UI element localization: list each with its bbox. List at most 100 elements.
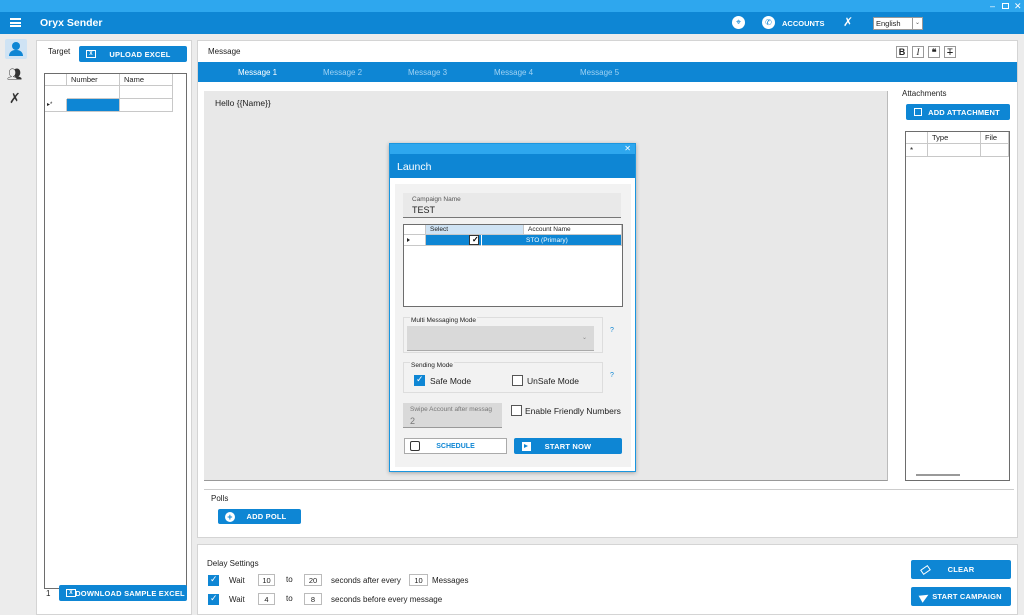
hamburger-icon[interactable]: [10, 18, 21, 27]
attachments-label: Attachments: [902, 89, 947, 98]
excel-icon: X: [85, 49, 97, 59]
polls-label: Polls: [211, 494, 229, 503]
horizontal-scrollbar[interactable]: [916, 474, 960, 476]
unsafe-mode-checkbox[interactable]: [512, 375, 523, 386]
schedule-label: SCHEDULE: [436, 442, 475, 450]
add-poll-button[interactable]: + ADD POLL: [218, 509, 301, 524]
campaign-name-value: TEST: [412, 205, 436, 215]
wrench-icon: ✗: [9, 90, 21, 106]
safe-mode-checkbox[interactable]: ✓: [414, 374, 425, 386]
bold-button[interactable]: B: [896, 46, 908, 58]
column-header-select[interactable]: Select: [426, 225, 524, 235]
swipe-account-field[interactable]: Swipe Account after messag 2: [403, 403, 502, 428]
swipe-account-value: 2: [410, 416, 416, 426]
account-name-cell: STO (Primary): [526, 237, 568, 244]
campaign-name-field[interactable]: Campaign Name TEST: [403, 193, 621, 218]
delay-before-checkbox[interactable]: ✓: [208, 593, 219, 605]
friendly-numbers-checkbox[interactable]: [511, 405, 522, 416]
dialog-body: Campaign Name TEST Select Account Name ✓…: [395, 184, 631, 467]
target-panel: Target X UPLOAD EXCEL Number Name ▸* 1 X…: [36, 40, 192, 615]
delay-after-count-input[interactable]: 10: [409, 574, 428, 586]
download-sample-label: DOWNLOAD SAMPLE EXCEL: [75, 588, 185, 598]
delay-settings-label: Delay Settings: [207, 559, 259, 568]
account-select-checkbox[interactable]: ✓: [469, 235, 479, 245]
delay-after-checkbox[interactable]: ✓: [208, 574, 219, 586]
close-window-icon[interactable]: ✕: [1014, 0, 1022, 12]
restore-icon[interactable]: [1002, 3, 1009, 9]
send-icon: [918, 590, 930, 603]
user-icon: [12, 42, 20, 50]
upload-excel-label: UPLOAD EXCEL: [109, 49, 171, 59]
sending-mode-group: Sending Mode ✓ Safe Mode UnSafe Mode: [403, 362, 603, 393]
language-select[interactable]: English ⌄: [873, 17, 923, 30]
column-header-file[interactable]: File: [981, 132, 1009, 144]
safe-mode-label: Safe Mode: [430, 376, 472, 386]
italic-button[interactable]: I: [912, 46, 924, 58]
delay-before-suffix: seconds before every message: [331, 595, 443, 604]
tab-message-3[interactable]: Message 3: [408, 68, 447, 77]
tools-icon[interactable]: ✗: [843, 15, 853, 29]
friendly-numbers-label: Enable Friendly Numbers: [525, 406, 621, 416]
group-icon: 👥︎: [7, 67, 23, 81]
accounts-label: ACCOUNTS: [782, 19, 825, 28]
table-cell-selected[interactable]: [67, 99, 120, 112]
multi-mode-select[interactable]: ⌄: [407, 326, 594, 351]
start-campaign-button[interactable]: START CAMPAIGN: [911, 587, 1011, 606]
clear-button[interactable]: CLEAR: [911, 560, 1011, 579]
nav-item-tools[interactable]: ✗: [9, 90, 21, 107]
close-dialog-icon[interactable]: ✕: [624, 144, 631, 154]
column-header-number[interactable]: Number: [67, 74, 120, 86]
eraser-icon: [919, 564, 931, 575]
delay-after-to-input[interactable]: 20: [304, 574, 322, 586]
message-tabs: Message 1 Message 2 Message 3 Message 4 …: [198, 62, 1017, 82]
start-now-button[interactable]: START NOW: [514, 438, 622, 454]
upload-excel-button[interactable]: X UPLOAD EXCEL: [79, 46, 187, 62]
schedule-button[interactable]: SCHEDULE: [404, 438, 507, 454]
wait-label: Wait: [229, 576, 245, 585]
attachments-grid[interactable]: Type File *: [905, 131, 1010, 481]
help-icon[interactable]: ?: [610, 327, 614, 334]
play-icon: [520, 441, 532, 451]
add-attachment-button[interactable]: ADD ATTACHMENT: [906, 104, 1010, 120]
column-header-type[interactable]: Type: [928, 132, 981, 144]
globe-icon[interactable]: ⌖: [732, 16, 745, 29]
sending-mode-label: Sending Mode: [410, 362, 454, 369]
help-icon[interactable]: ?: [610, 372, 614, 379]
external-link-icon: [912, 107, 924, 117]
tab-message-5[interactable]: Message 5: [580, 68, 619, 77]
tab-message-2[interactable]: Message 2: [323, 68, 362, 77]
app-title: Oryx Sender: [40, 17, 103, 29]
polls-section: Polls + ADD POLL: [204, 489, 1014, 531]
table-row[interactable]: ✓ STO (Primary): [426, 235, 622, 246]
column-header-account-name[interactable]: Account Name: [524, 225, 622, 235]
column-header-name[interactable]: Name: [120, 74, 173, 86]
nav-item-contacts[interactable]: [5, 39, 27, 59]
table-cell[interactable]: [120, 99, 173, 112]
delay-after-suffix: seconds after every: [331, 576, 401, 585]
accounts-grid[interactable]: Select Account Name ✓ STO (Primary): [403, 224, 623, 307]
accounts-button[interactable]: ✆ ACCOUNTS: [758, 14, 828, 32]
download-sample-excel-button[interactable]: X DOWNLOAD SAMPLE EXCEL: [59, 585, 187, 601]
nav-item-groups[interactable]: 👥︎: [7, 67, 22, 81]
messages-label: Messages: [432, 576, 469, 585]
page-number: 1: [46, 589, 51, 598]
tab-message-1[interactable]: Message 1: [238, 68, 277, 77]
swipe-account-label: Swipe Account after messag: [410, 406, 493, 413]
message-body: Hello {{Name}}: [215, 98, 271, 108]
multi-mode-label: Multi Messaging Mode: [410, 317, 478, 324]
language-value: English: [876, 19, 901, 28]
strikethrough-button[interactable]: T: [944, 46, 956, 58]
delay-before-to-input[interactable]: 8: [304, 593, 322, 605]
whatsapp-icon: ✆: [762, 16, 775, 29]
target-grid[interactable]: Number Name ▸*: [44, 73, 187, 589]
quote-button[interactable]: ❝: [928, 46, 940, 58]
launch-dialog: ✕ Launch Campaign Name TEST Select Accou…: [389, 143, 636, 472]
to-label: to: [286, 594, 293, 603]
tab-message-4[interactable]: Message 4: [494, 68, 533, 77]
minimize-icon[interactable]: –: [990, 0, 995, 12]
calendar-clock-icon: [410, 441, 420, 451]
delay-after-from-input[interactable]: 10: [258, 574, 275, 586]
delay-before-from-input[interactable]: 4: [258, 593, 275, 605]
to-label: to: [286, 575, 293, 584]
multi-mode-group: Multi Messaging Mode ⌄: [403, 317, 603, 353]
